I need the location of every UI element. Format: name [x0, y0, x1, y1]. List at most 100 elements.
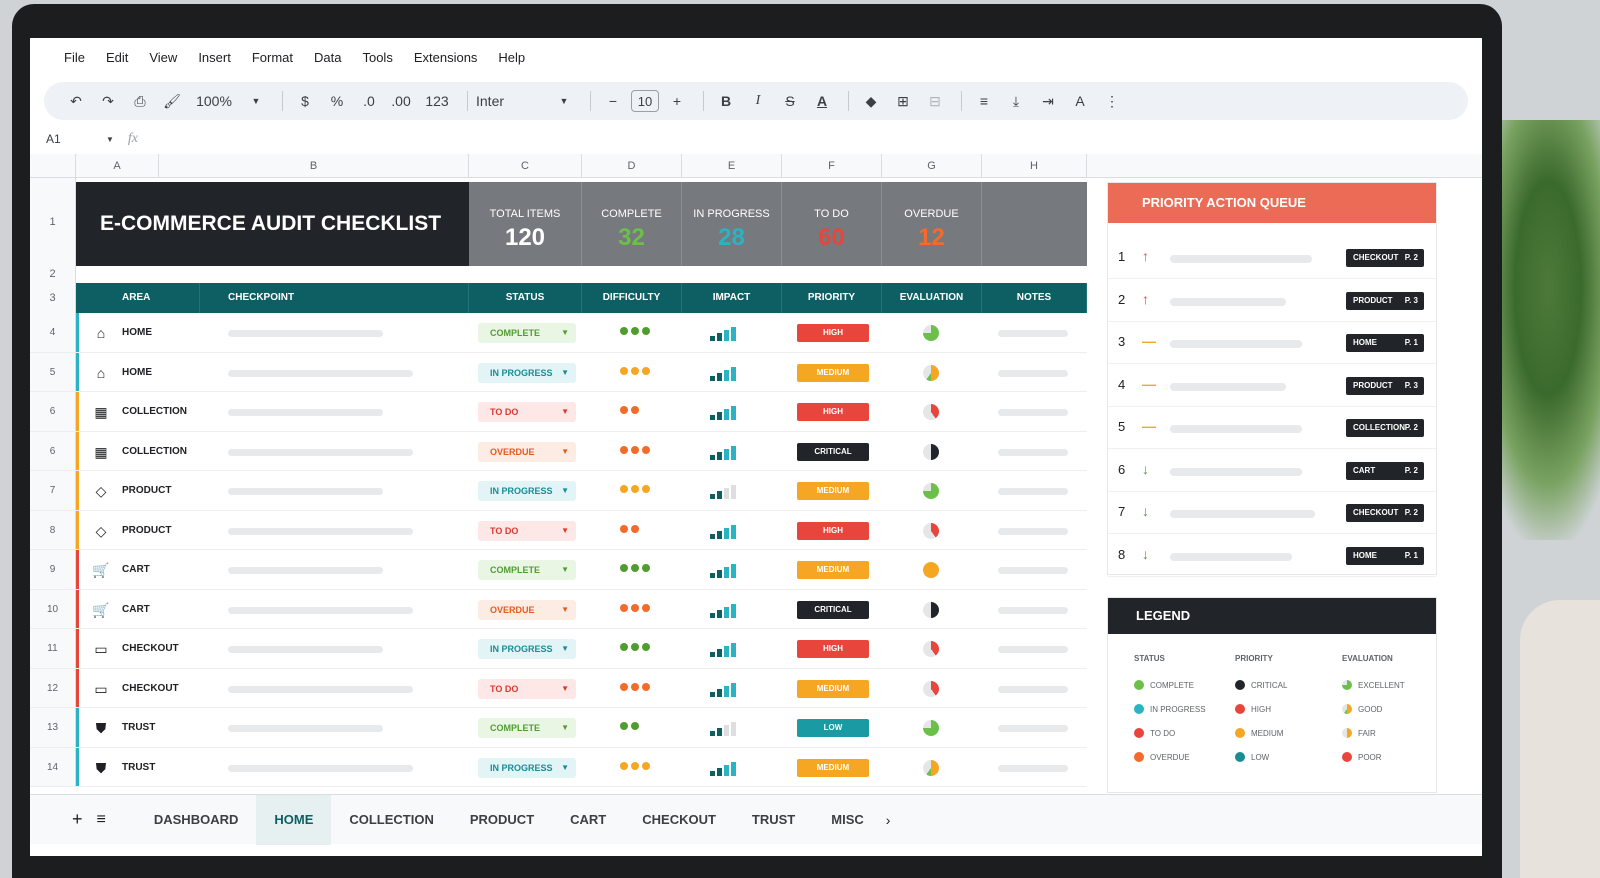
undo-icon[interactable]: ↶: [62, 87, 90, 115]
status-dropdown[interactable]: COMPLETE ▼: [478, 323, 576, 343]
bold-button[interactable]: B: [712, 87, 740, 115]
impact-bar: [717, 649, 722, 657]
row-header[interactable]: 11: [30, 629, 76, 668]
chevron-down-icon[interactable]: ▼: [106, 135, 114, 144]
tab-home[interactable]: HOME: [256, 794, 332, 845]
align-left-icon[interactable]: ≡: [970, 87, 998, 115]
zoom-select[interactable]: 100%: [190, 87, 238, 115]
font-select[interactable]: Inter: [476, 87, 546, 115]
tab-checkout[interactable]: CHECKOUT: [624, 795, 734, 845]
queue-item[interactable]: 5 — COLLECTION P. 2: [1108, 407, 1436, 449]
status-dropdown[interactable]: OVERDUE ▼: [478, 441, 576, 462]
select-all-corner[interactable]: [30, 154, 76, 178]
paint-format-icon[interactable]: 🖌: [158, 87, 186, 115]
grid-icon: ▦: [94, 404, 108, 420]
menu-data[interactable]: Data: [314, 50, 341, 65]
cell-reference[interactable]: A1: [46, 132, 106, 146]
row-header[interactable]: 4: [30, 313, 76, 352]
status-dropdown[interactable]: COMPLETE ▼: [478, 718, 576, 738]
redo-icon[interactable]: ↷: [94, 87, 122, 115]
fill-color-icon[interactable]: ◆: [857, 87, 885, 115]
row-header[interactable]: 6: [30, 392, 76, 431]
menu-edit[interactable]: Edit: [106, 50, 128, 65]
tab-product[interactable]: PRODUCT: [452, 795, 552, 845]
menu-view[interactable]: View: [149, 50, 177, 65]
status-dropdown[interactable]: COMPLETE ▼: [478, 560, 576, 580]
status-dropdown[interactable]: OVERDUE ▼: [478, 599, 576, 620]
column-header-a[interactable]: A: [76, 154, 159, 178]
all-sheets-icon[interactable]: ≡: [97, 811, 106, 829]
queue-item[interactable]: 1 ↑ CHECKOUT P. 2: [1108, 237, 1436, 279]
queue-item[interactable]: 2 ↑ PRODUCT P. 3: [1108, 280, 1436, 322]
currency-format-button[interactable]: $: [291, 87, 319, 115]
column-header-d[interactable]: D: [582, 154, 682, 178]
row-header[interactable]: 6: [30, 431, 76, 470]
text-rotation-icon[interactable]: A: [1066, 87, 1094, 115]
queue-item[interactable]: 8 ↓ HOME P. 1: [1108, 535, 1436, 577]
queue-item[interactable]: 4 — PRODUCT P. 3: [1108, 365, 1436, 407]
decrease-decimal-button[interactable]: .0: [355, 87, 383, 115]
borders-icon[interactable]: ⊞: [889, 87, 917, 115]
status-dropdown[interactable]: IN PROGRESS ▼: [478, 362, 576, 383]
chevron-down-icon[interactable]: ▼: [242, 87, 270, 115]
row-header[interactable]: 5: [30, 352, 76, 391]
row-header-1[interactable]: 1: [30, 178, 76, 266]
row-header[interactable]: 9: [30, 550, 76, 589]
menu-insert[interactable]: Insert: [198, 50, 231, 65]
row-header-3[interactable]: 3: [30, 283, 76, 313]
status-dropdown[interactable]: TO DO ▼: [478, 678, 576, 699]
font-size-input[interactable]: 10: [631, 90, 659, 112]
row-header[interactable]: 12: [30, 668, 76, 707]
column-header-h[interactable]: H: [982, 154, 1087, 178]
strikethrough-icon[interactable]: S: [776, 87, 804, 115]
increase-font-size-icon[interactable]: +: [663, 87, 691, 115]
print-icon[interactable]: ⎙: [126, 87, 154, 115]
tab-trust[interactable]: TRUST: [734, 795, 813, 845]
legend-priority: PRIORITY CRITICAL HIGH MEDIUM LOW: [1235, 654, 1287, 769]
decrease-font-size-icon[interactable]: −: [599, 87, 627, 115]
column-header-g[interactable]: G: [882, 154, 982, 178]
menu-format[interactable]: Format: [252, 50, 293, 65]
chevron-down-icon[interactable]: ▼: [550, 87, 578, 115]
percent-format-button[interactable]: %: [323, 87, 351, 115]
menu-tools[interactable]: Tools: [362, 50, 392, 65]
tab-cart[interactable]: CART: [552, 795, 624, 845]
row-header[interactable]: 10: [30, 589, 76, 628]
queue-item[interactable]: 7 ↓ CHECKOUT P. 2: [1108, 492, 1436, 534]
tab-misc[interactable]: MISC: [813, 795, 882, 845]
queue-item[interactable]: 6 ↓ CART P. 2: [1108, 450, 1436, 492]
row-header[interactable]: 7: [30, 471, 76, 510]
row-header[interactable]: 13: [30, 708, 76, 747]
row-header[interactable]: 8: [30, 510, 76, 549]
status-dropdown[interactable]: IN PROGRESS ▼: [478, 639, 576, 659]
column-header-b[interactable]: B: [159, 154, 469, 178]
chevron-right-icon[interactable]: ›: [886, 812, 891, 828]
column-header-c[interactable]: C: [469, 154, 582, 178]
more-options-icon[interactable]: ⋮: [1098, 87, 1126, 115]
status-dropdown[interactable]: IN PROGRESS ▼: [478, 757, 576, 778]
merge-cells-icon[interactable]: ⊟: [921, 87, 949, 115]
legend-label: FAIR: [1358, 728, 1376, 738]
text-color-icon[interactable]: A: [808, 87, 836, 115]
add-sheet-icon[interactable]: +: [72, 809, 83, 830]
tab-dashboard[interactable]: DASHBOARD: [136, 795, 257, 845]
status-dropdown[interactable]: TO DO ▼: [478, 402, 576, 422]
queue-item[interactable]: 3 — HOME P. 1: [1108, 322, 1436, 364]
increase-decimal-button[interactable]: .00: [387, 87, 415, 115]
tab-collection[interactable]: COLLECTION: [331, 795, 452, 845]
menu-extensions[interactable]: Extensions: [414, 50, 478, 65]
column-header-e[interactable]: E: [682, 154, 782, 178]
menu-help[interactable]: Help: [498, 50, 525, 65]
status-dropdown[interactable]: TO DO ▼: [478, 520, 576, 541]
row-header[interactable]: 14: [30, 747, 76, 786]
impact-bar: [731, 643, 736, 657]
status-dropdown[interactable]: IN PROGRESS ▼: [478, 481, 576, 501]
menu-file[interactable]: File: [64, 50, 85, 65]
row-header-2[interactable]: 2: [30, 266, 76, 283]
number-format-button[interactable]: 123: [419, 87, 455, 115]
text-wrap-icon[interactable]: ⇥: [1034, 87, 1062, 115]
column-header-f[interactable]: F: [782, 154, 882, 178]
vertical-align-icon[interactable]: ⤓: [1002, 87, 1030, 115]
italic-button[interactable]: I: [744, 87, 772, 115]
toolbar-divider: [848, 91, 849, 111]
